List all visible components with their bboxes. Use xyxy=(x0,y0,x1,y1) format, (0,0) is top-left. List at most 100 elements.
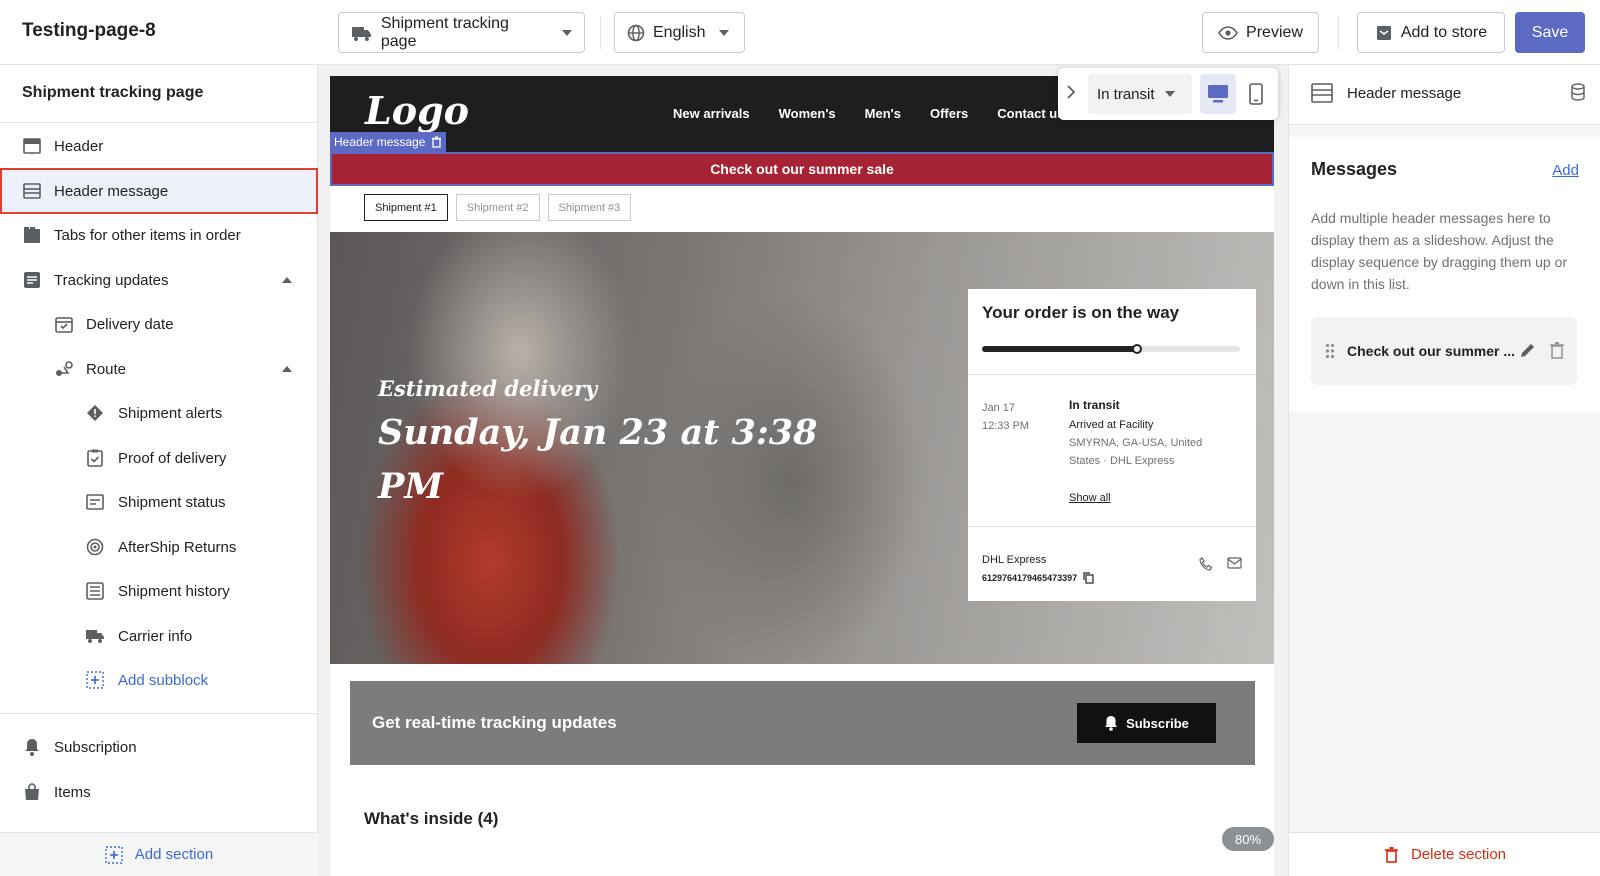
header-icon xyxy=(22,136,42,156)
sidebar-item-delivery-date[interactable]: Delivery date xyxy=(0,302,318,346)
chevron-up-icon[interactable] xyxy=(282,366,292,372)
bag-icon xyxy=(22,782,42,802)
nav-link[interactable]: Men's xyxy=(865,106,901,121)
tracking-number-row: 6129764179465473397 xyxy=(982,572,1094,584)
hero-subtitle: Estimated delivery xyxy=(378,376,598,401)
checkpoint-location: SMYRNA, GA-USA, United States · DHL Expr… xyxy=(1069,437,1203,467)
delete-section-label: Delete section xyxy=(1410,846,1507,863)
page-select[interactable]: Shipment tracking page xyxy=(338,12,585,53)
sidebar-item-header-message[interactable]: Header message xyxy=(0,168,318,214)
sidebar-item-label: Shipment history xyxy=(118,582,230,600)
subscribe-button-label: Subscribe xyxy=(1126,715,1189,731)
chevron-up-icon[interactable] xyxy=(282,277,292,283)
sidebar-item-label: Proof of delivery xyxy=(118,449,227,467)
drag-handle-icon[interactable] xyxy=(1325,343,1335,364)
editor-canvas: Logo New arrivals Women's Men's Offers C… xyxy=(318,65,1288,876)
status-select[interactable]: In transit xyxy=(1088,74,1192,114)
show-all-link[interactable]: Show all xyxy=(1069,492,1111,504)
preview-button[interactable]: Preview xyxy=(1202,12,1319,53)
sidebar-item-tracking-updates[interactable]: Tracking updates xyxy=(0,258,318,302)
checkpoint-date: Jan 17 xyxy=(982,402,1016,414)
sidebar-item-shipment-history[interactable]: Shipment history xyxy=(0,569,318,613)
mail-icon[interactable] xyxy=(1227,557,1242,569)
language-select[interactable]: English xyxy=(614,12,745,53)
header-message-icon xyxy=(1311,83,1333,108)
preview-label: Preview xyxy=(1246,23,1303,41)
subscribe-button[interactable]: Subscribe xyxy=(1077,703,1216,743)
phone-icon[interactable] xyxy=(1199,557,1213,571)
bell-icon xyxy=(22,737,42,757)
shipment-tab[interactable]: Shipment #3 xyxy=(547,194,632,221)
sidebar-item-tabs[interactable]: Tabs for other items in order xyxy=(0,213,318,257)
settings-panel: Header message Messages Add Add multiple… xyxy=(1288,65,1600,876)
sidebar-item-label: Route xyxy=(86,360,127,378)
add-message-link[interactable]: Add xyxy=(1552,162,1579,179)
nav-link[interactable]: Women's xyxy=(779,106,836,121)
sidebar-item-label: Delivery date xyxy=(86,315,174,333)
sidebar-item-add-subblock[interactable]: Add subblock xyxy=(0,658,318,702)
desktop-icon xyxy=(1208,85,1228,103)
sidebar-item-shipment-alerts[interactable]: Shipment alerts xyxy=(0,391,318,435)
messages-card: Messages Add Add multiple header message… xyxy=(1289,137,1600,411)
sidebar-item-items[interactable]: Items xyxy=(0,770,318,814)
announcement-bar[interactable]: Check out our summer sale xyxy=(330,152,1274,186)
nav-link[interactable]: Offers xyxy=(930,106,968,121)
chevron-down-icon xyxy=(562,29,572,36)
header-message-icon xyxy=(22,181,42,201)
language-select-label: English xyxy=(653,23,706,41)
add-to-store-button[interactable]: Add to store xyxy=(1357,12,1505,53)
add-section-button[interactable]: Add section xyxy=(0,832,318,876)
nav-link[interactable]: Contact us xyxy=(997,106,1064,121)
trash-icon[interactable] xyxy=(1549,341,1565,364)
database-icon[interactable] xyxy=(1571,83,1585,106)
subscribe-text: Get real-time tracking updates xyxy=(372,713,617,732)
shipment-tab[interactable]: Shipment #1 xyxy=(364,194,448,221)
save-button[interactable]: Save xyxy=(1515,12,1585,53)
sidebar-item-header[interactable]: Header xyxy=(0,124,318,168)
top-bar: Testing-page-8 Shipment tracking page En… xyxy=(0,0,1600,65)
checkpoint-status: In transit xyxy=(1069,398,1120,412)
progress-fill xyxy=(982,346,1137,352)
returns-icon xyxy=(85,537,105,557)
tabs-icon xyxy=(22,225,42,245)
mobile-view-button[interactable] xyxy=(1238,74,1274,114)
divider xyxy=(0,713,318,714)
desktop-view-button[interactable] xyxy=(1200,74,1236,114)
settings-title: Header message xyxy=(1347,85,1462,102)
message-list-item[interactable]: Check out our summer ... xyxy=(1311,317,1577,385)
shipment-tab[interactable]: Shipment #2 xyxy=(455,194,540,221)
sidebar-item-shipment-status[interactable]: Shipment status xyxy=(0,480,318,524)
sidebar-item-route[interactable]: Route xyxy=(0,347,318,391)
checkpoint-time: 12:33 PM xyxy=(982,420,1030,432)
page-name: Testing-page-8 xyxy=(22,20,156,41)
announcement-text: Check out our summer sale xyxy=(710,161,894,177)
whats-inside-heading: What's inside (4) xyxy=(364,809,499,828)
delete-section-button[interactable]: Delete section xyxy=(1289,832,1600,876)
chevron-right-icon[interactable] xyxy=(1066,84,1076,105)
truck-icon xyxy=(85,626,105,646)
route-icon xyxy=(54,359,74,379)
divider xyxy=(600,16,601,49)
sidebar-item-proof-of-delivery[interactable]: Proof of delivery xyxy=(0,436,318,480)
alert-icon xyxy=(85,403,105,423)
truck-icon xyxy=(351,26,371,41)
trash-icon[interactable] xyxy=(431,136,442,148)
pencil-icon[interactable] xyxy=(1519,341,1537,364)
sidebar-item-carrier-info[interactable]: Carrier info xyxy=(0,614,318,658)
settings-body: Messages Add Add multiple header message… xyxy=(1289,125,1600,876)
eye-icon xyxy=(1218,25,1238,40)
copy-icon[interactable] xyxy=(1083,572,1094,584)
sidebar-item-aftership-returns[interactable]: AfterShip Returns xyxy=(0,525,318,569)
header-message-tag[interactable]: Header message xyxy=(330,132,447,152)
hero-date: Sunday, Jan 23 at 3:38 PM xyxy=(378,412,818,507)
trash-icon xyxy=(1384,847,1398,863)
sidebar-item-subscription[interactable]: Subscription xyxy=(0,725,318,769)
chevron-down-icon xyxy=(1164,91,1175,97)
bell-icon xyxy=(1105,716,1118,731)
calendar-icon xyxy=(54,314,74,334)
nav-link[interactable]: New arrivals xyxy=(673,106,750,121)
sidebar-item-label: Add subblock xyxy=(118,671,209,689)
checkpoint-datetime: Jan 17 12:33 PM xyxy=(982,399,1029,435)
store-icon xyxy=(1376,25,1391,40)
divider xyxy=(0,122,318,123)
